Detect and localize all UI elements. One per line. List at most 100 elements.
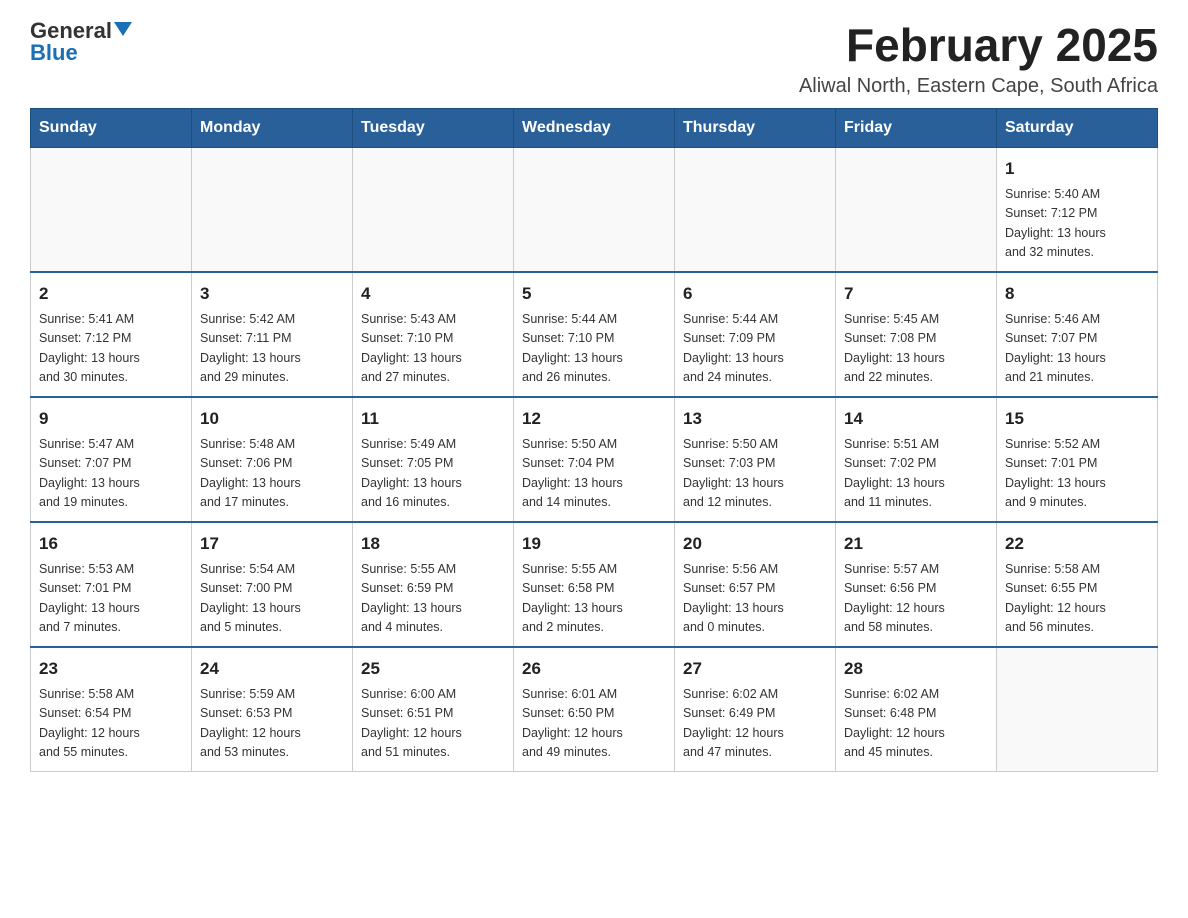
day-number: 5	[522, 281, 666, 307]
day-info: Sunrise: 5:59 AMSunset: 6:53 PMDaylight:…	[200, 685, 344, 763]
weekday-header-friday: Friday	[836, 108, 997, 147]
day-number: 21	[844, 531, 988, 557]
day-number: 18	[361, 531, 505, 557]
calendar-cell: 28 Sunrise: 6:02 AMSunset: 6:48 PMDayligh…	[836, 647, 997, 772]
day-info: Sunrise: 6:02 AMSunset: 6:49 PMDaylight:…	[683, 685, 827, 763]
day-number: 14	[844, 406, 988, 432]
weekday-header-sunday: Sunday	[31, 108, 192, 147]
day-number: 15	[1005, 406, 1149, 432]
weekday-header-thursday: Thursday	[675, 108, 836, 147]
day-info: Sunrise: 5:47 AMSunset: 7:07 PMDaylight:…	[39, 435, 183, 513]
day-number: 11	[361, 406, 505, 432]
calendar-cell: 6 Sunrise: 5:44 AMSunset: 7:09 PMDaylight…	[675, 272, 836, 397]
day-number: 23	[39, 656, 183, 682]
calendar-cell: 15 Sunrise: 5:52 AMSunset: 7:01 PMDayligh…	[997, 397, 1158, 522]
day-info: Sunrise: 6:02 AMSunset: 6:48 PMDaylight:…	[844, 685, 988, 763]
day-info: Sunrise: 5:50 AMSunset: 7:03 PMDaylight:…	[683, 435, 827, 513]
calendar-cell: 7 Sunrise: 5:45 AMSunset: 7:08 PMDaylight…	[836, 272, 997, 397]
day-number: 7	[844, 281, 988, 307]
calendar-cell: 25 Sunrise: 6:00 AMSunset: 6:51 PMDayligh…	[353, 647, 514, 772]
calendar-week-row: 16 Sunrise: 5:53 AMSunset: 7:01 PMDayligh…	[31, 522, 1158, 647]
calendar-cell	[514, 147, 675, 272]
calendar-cell: 27 Sunrise: 6:02 AMSunset: 6:49 PMDayligh…	[675, 647, 836, 772]
day-number: 1	[1005, 156, 1149, 182]
day-number: 17	[200, 531, 344, 557]
day-info: Sunrise: 5:56 AMSunset: 6:57 PMDaylight:…	[683, 560, 827, 638]
weekday-header-wednesday: Wednesday	[514, 108, 675, 147]
day-number: 8	[1005, 281, 1149, 307]
calendar-cell: 22 Sunrise: 5:58 AMSunset: 6:55 PMDayligh…	[997, 522, 1158, 647]
calendar-cell: 13 Sunrise: 5:50 AMSunset: 7:03 PMDayligh…	[675, 397, 836, 522]
calendar-cell: 26Sunrise: 6:01 AMSunset: 6:50 PMDayligh…	[514, 647, 675, 772]
calendar-cell: 14 Sunrise: 5:51 AMSunset: 7:02 PMDayligh…	[836, 397, 997, 522]
day-info: Sunrise: 5:41 AMSunset: 7:12 PMDaylight:…	[39, 310, 183, 388]
weekday-header-tuesday: Tuesday	[353, 108, 514, 147]
logo: General Blue	[30, 20, 132, 64]
day-info: Sunrise: 5:55 AMSunset: 6:58 PMDaylight:…	[522, 560, 666, 638]
day-info: Sunrise: 5:54 AMSunset: 7:00 PMDaylight:…	[200, 560, 344, 638]
day-number: 13	[683, 406, 827, 432]
day-info: Sunrise: 5:52 AMSunset: 7:01 PMDaylight:…	[1005, 435, 1149, 513]
calendar-week-row: 2 Sunrise: 5:41 AMSunset: 7:12 PMDaylight…	[31, 272, 1158, 397]
calendar-cell: 17 Sunrise: 5:54 AMSunset: 7:00 PMDayligh…	[192, 522, 353, 647]
calendar-cell: 18 Sunrise: 5:55 AMSunset: 6:59 PMDayligh…	[353, 522, 514, 647]
day-number: 16	[39, 531, 183, 557]
day-info: Sunrise: 5:57 AMSunset: 6:56 PMDaylight:…	[844, 560, 988, 638]
logo-general-text: General	[30, 20, 112, 42]
day-info: Sunrise: 6:00 AMSunset: 6:51 PMDaylight:…	[361, 685, 505, 763]
calendar-week-row: 9 Sunrise: 5:47 AMSunset: 7:07 PMDaylight…	[31, 397, 1158, 522]
day-number: 22	[1005, 531, 1149, 557]
day-number: 20	[683, 531, 827, 557]
day-info: Sunrise: 5:49 AMSunset: 7:05 PMDaylight:…	[361, 435, 505, 513]
day-number: 3	[200, 281, 344, 307]
calendar-cell	[31, 147, 192, 272]
calendar-cell	[192, 147, 353, 272]
calendar-header-row: SundayMondayTuesdayWednesdayThursdayFrid…	[31, 108, 1158, 147]
day-number: 28	[844, 656, 988, 682]
day-number: 2	[39, 281, 183, 307]
calendar-cell	[353, 147, 514, 272]
calendar-cell: 12 Sunrise: 5:50 AMSunset: 7:04 PMDayligh…	[514, 397, 675, 522]
day-number: 10	[200, 406, 344, 432]
day-info: Sunrise: 5:42 AMSunset: 7:11 PMDaylight:…	[200, 310, 344, 388]
day-number: 27	[683, 656, 827, 682]
calendar-cell: 24Sunrise: 5:59 AMSunset: 6:53 PMDayligh…	[192, 647, 353, 772]
day-number: 9	[39, 406, 183, 432]
calendar-cell: 3 Sunrise: 5:42 AMSunset: 7:11 PMDaylight…	[192, 272, 353, 397]
calendar-cell: 9 Sunrise: 5:47 AMSunset: 7:07 PMDaylight…	[31, 397, 192, 522]
day-number: 19	[522, 531, 666, 557]
title-block: February 2025 Aliwal North, Eastern Cape…	[799, 20, 1158, 98]
calendar-cell: 5 Sunrise: 5:44 AMSunset: 7:10 PMDaylight…	[514, 272, 675, 397]
day-number: 12	[522, 406, 666, 432]
day-number: 25	[361, 656, 505, 682]
day-info: Sunrise: 5:45 AMSunset: 7:08 PMDaylight:…	[844, 310, 988, 388]
day-number: 4	[361, 281, 505, 307]
day-info: Sunrise: 5:46 AMSunset: 7:07 PMDaylight:…	[1005, 310, 1149, 388]
day-info: Sunrise: 5:44 AMSunset: 7:10 PMDaylight:…	[522, 310, 666, 388]
day-info: Sunrise: 5:58 AMSunset: 6:55 PMDaylight:…	[1005, 560, 1149, 638]
page-header: General Blue February 2025 Aliwal North,…	[30, 20, 1158, 98]
weekday-header-monday: Monday	[192, 108, 353, 147]
calendar-cell: 10Sunrise: 5:48 AMSunset: 7:06 PMDayligh…	[192, 397, 353, 522]
calendar-week-row: 23 Sunrise: 5:58 AMSunset: 6:54 PMDayligh…	[31, 647, 1158, 772]
day-info: Sunrise: 5:43 AMSunset: 7:10 PMDaylight:…	[361, 310, 505, 388]
calendar-week-row: 1 Sunrise: 5:40 AMSunset: 7:12 PMDaylight…	[31, 147, 1158, 272]
calendar-cell: 19 Sunrise: 5:55 AMSunset: 6:58 PMDayligh…	[514, 522, 675, 647]
day-info: Sunrise: 5:40 AMSunset: 7:12 PMDaylight:…	[1005, 185, 1149, 263]
calendar-cell: 20 Sunrise: 5:56 AMSunset: 6:57 PMDayligh…	[675, 522, 836, 647]
calendar-cell: 21 Sunrise: 5:57 AMSunset: 6:56 PMDayligh…	[836, 522, 997, 647]
day-info: Sunrise: 5:55 AMSunset: 6:59 PMDaylight:…	[361, 560, 505, 638]
day-info: Sunrise: 5:44 AMSunset: 7:09 PMDaylight:…	[683, 310, 827, 388]
day-info: Sunrise: 6:01 AMSunset: 6:50 PMDaylight:…	[522, 685, 666, 763]
page-title: February 2025	[799, 20, 1158, 71]
weekday-header-saturday: Saturday	[997, 108, 1158, 147]
day-info: Sunrise: 5:58 AMSunset: 6:54 PMDaylight:…	[39, 685, 183, 763]
calendar-table: SundayMondayTuesdayWednesdayThursdayFrid…	[30, 108, 1158, 772]
calendar-cell: 23 Sunrise: 5:58 AMSunset: 6:54 PMDayligh…	[31, 647, 192, 772]
calendar-cell	[675, 147, 836, 272]
day-info: Sunrise: 5:53 AMSunset: 7:01 PMDaylight:…	[39, 560, 183, 638]
day-info: Sunrise: 5:51 AMSunset: 7:02 PMDaylight:…	[844, 435, 988, 513]
calendar-cell: 1 Sunrise: 5:40 AMSunset: 7:12 PMDaylight…	[997, 147, 1158, 272]
day-info: Sunrise: 5:50 AMSunset: 7:04 PMDaylight:…	[522, 435, 666, 513]
day-number: 6	[683, 281, 827, 307]
